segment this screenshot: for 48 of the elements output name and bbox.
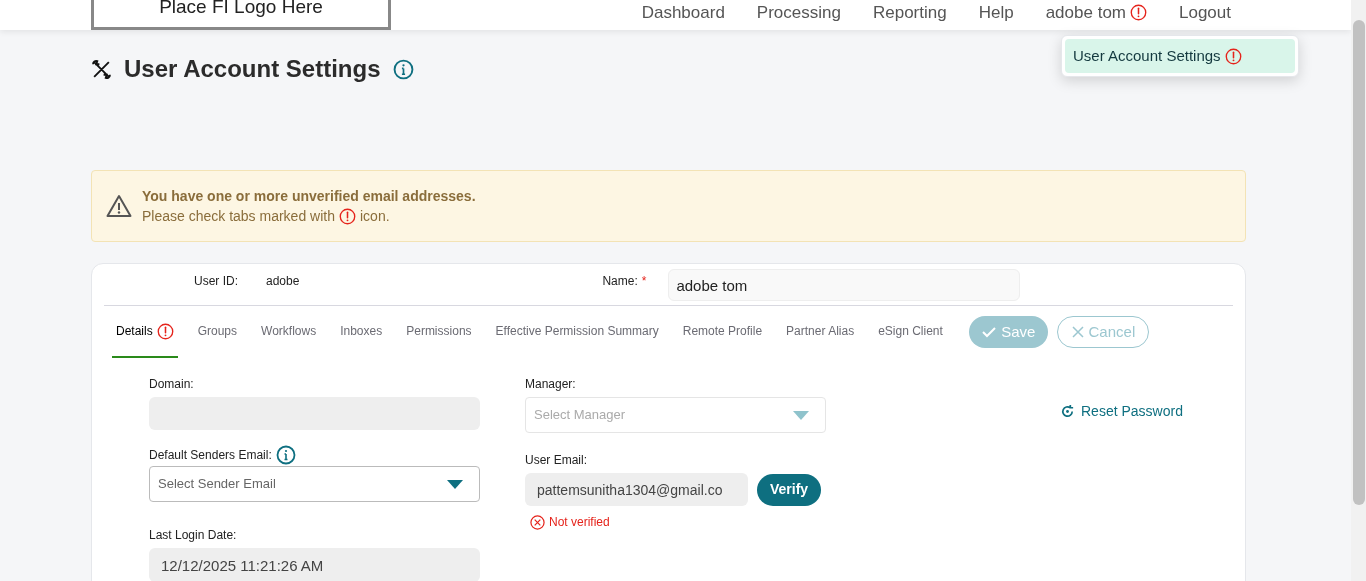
nav-link[interactable]: Processing (756, 0, 841, 26)
sender-email-select[interactable]: Select Sender Email (149, 466, 480, 502)
error-message: Not verified (549, 514, 610, 531)
user-id-value: adobe (266, 273, 300, 290)
nav-link[interactable]: Help (978, 0, 1014, 26)
alert-title: You have one or more unverified email addresses. (142, 187, 476, 206)
alert-message: Please check tabs marked with (142, 207, 335, 226)
tab[interactable]: Remote Profile (678, 306, 767, 358)
tab[interactable]: eSign Client (874, 306, 947, 358)
scrollbar[interactable] (1351, 0, 1366, 581)
close-icon (1070, 325, 1085, 339)
info-icon (275, 445, 296, 465)
alert-triangle-icon (106, 194, 132, 218)
caret-icon (447, 479, 463, 489)
field-label: Manager: (525, 376, 577, 393)
check-icon (981, 324, 998, 340)
user-email-field[interactable]: pattemsunitha1304@gmail.co (525, 473, 748, 506)
tab[interactable]: Groups (193, 306, 242, 358)
field-label: User Email: (525, 452, 588, 469)
info-icon (392, 58, 414, 80)
reset-password-link[interactable]: Reset Password (1060, 401, 1183, 421)
dropdown-item[interactable]: User Account Settings (1065, 39, 1295, 73)
last-login-field[interactable]: 12/12/2025 11:21:26 AM (149, 548, 480, 581)
field-label: User ID: (194, 273, 238, 290)
verify-button[interactable]: Verify (757, 473, 822, 506)
nav-link[interactable]: Logout (1179, 0, 1231, 26)
nav-link[interactable]: Reporting (872, 0, 947, 26)
tab[interactable]: Partner Alias (782, 306, 859, 358)
reset-icon (1060, 403, 1075, 419)
tab[interactable]: Details (112, 306, 178, 358)
tab[interactable]: Permissions (402, 306, 476, 358)
alert-message: icon. (360, 207, 390, 226)
field-label: Name: (602, 273, 638, 290)
field-label: Default Senders Email: (149, 447, 272, 464)
required-mark: * (641, 273, 647, 290)
page-title: User Account Settings (124, 54, 381, 84)
field-label: Last Login Date: (149, 527, 238, 544)
caret-icon (793, 410, 809, 420)
user-menu-link[interactable]: adobe tom (1045, 0, 1147, 26)
warning-icon (339, 207, 356, 225)
error-icon (530, 514, 545, 530)
tab[interactable]: Workflows (257, 306, 321, 358)
tab[interactable]: Inboxes (336, 306, 387, 358)
nav-link[interactable]: Dashboard (641, 0, 725, 26)
name-field[interactable]: adobe tom (668, 269, 1021, 301)
tools-icon (91, 58, 112, 80)
field-label: Domain: (149, 376, 195, 393)
tab[interactable]: Effective Permission Summary (491, 306, 663, 358)
